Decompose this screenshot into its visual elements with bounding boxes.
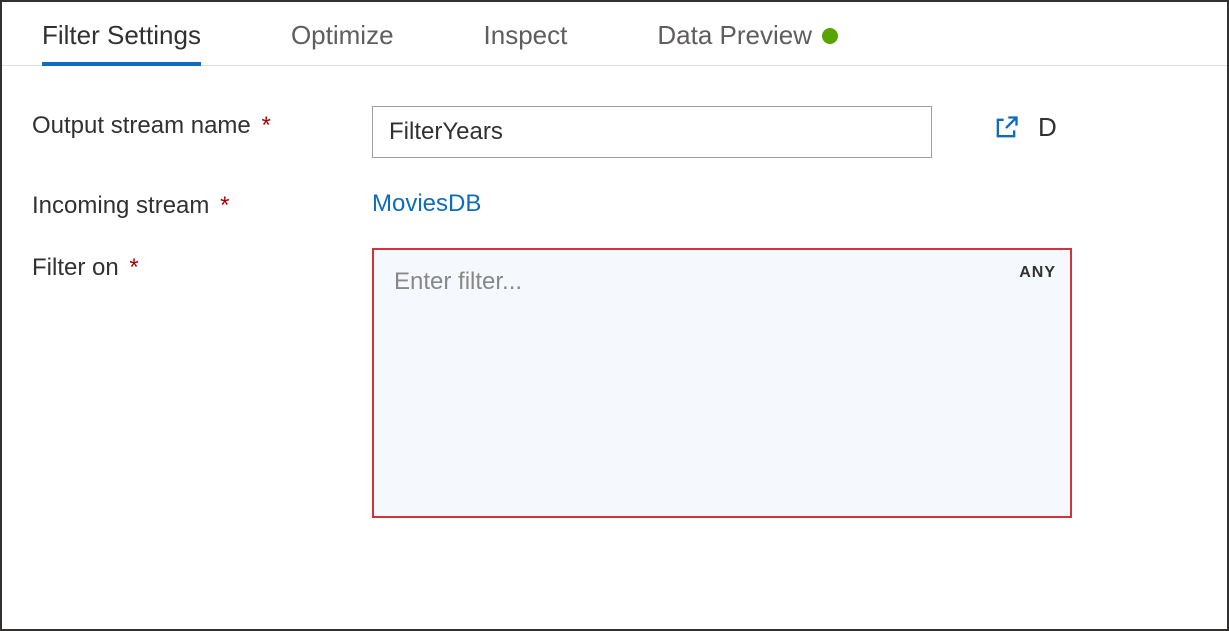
row-filter-on: Filter on * ANY xyxy=(32,248,1197,518)
form-area: Output stream name * D Incoming stream *… xyxy=(2,66,1227,518)
label-output-stream-name: Output stream name * xyxy=(32,106,372,140)
tab-label: Optimize xyxy=(291,20,394,51)
row-incoming-stream: Incoming stream * MoviesDB xyxy=(32,186,1197,220)
required-asterisk-icon: * xyxy=(129,254,138,281)
label-text: Filter on xyxy=(32,254,119,281)
tab-label: Data Preview xyxy=(657,20,812,51)
label-filter-on: Filter on * xyxy=(32,248,372,282)
right-actions: D xyxy=(992,106,1057,143)
tab-filter-settings[interactable]: Filter Settings xyxy=(42,20,201,65)
incoming-stream-link[interactable]: MoviesDB xyxy=(372,186,481,218)
tab-label: Inspect xyxy=(484,20,568,51)
required-asterisk-icon: * xyxy=(220,192,229,219)
label-text: Output stream name xyxy=(32,112,251,139)
label-text: Incoming stream xyxy=(32,192,209,219)
tabs-bar: Filter Settings Optimize Inspect Data Pr… xyxy=(2,2,1227,66)
filter-expression-input[interactable] xyxy=(374,250,1070,516)
open-external-icon[interactable] xyxy=(992,114,1020,142)
output-stream-name-input[interactable] xyxy=(372,106,932,158)
status-dot-icon xyxy=(822,28,838,44)
tab-optimize[interactable]: Optimize xyxy=(291,20,394,65)
row-output-stream-name: Output stream name * D xyxy=(32,106,1197,158)
trailing-text: D xyxy=(1038,112,1057,143)
type-badge: ANY xyxy=(1019,264,1056,282)
tab-inspect[interactable]: Inspect xyxy=(484,20,568,65)
label-incoming-stream: Incoming stream * xyxy=(32,186,372,220)
tab-label: Filter Settings xyxy=(42,20,201,51)
filter-expression-box: ANY xyxy=(372,248,1072,518)
required-asterisk-icon: * xyxy=(261,112,270,139)
tab-data-preview[interactable]: Data Preview xyxy=(657,20,838,65)
